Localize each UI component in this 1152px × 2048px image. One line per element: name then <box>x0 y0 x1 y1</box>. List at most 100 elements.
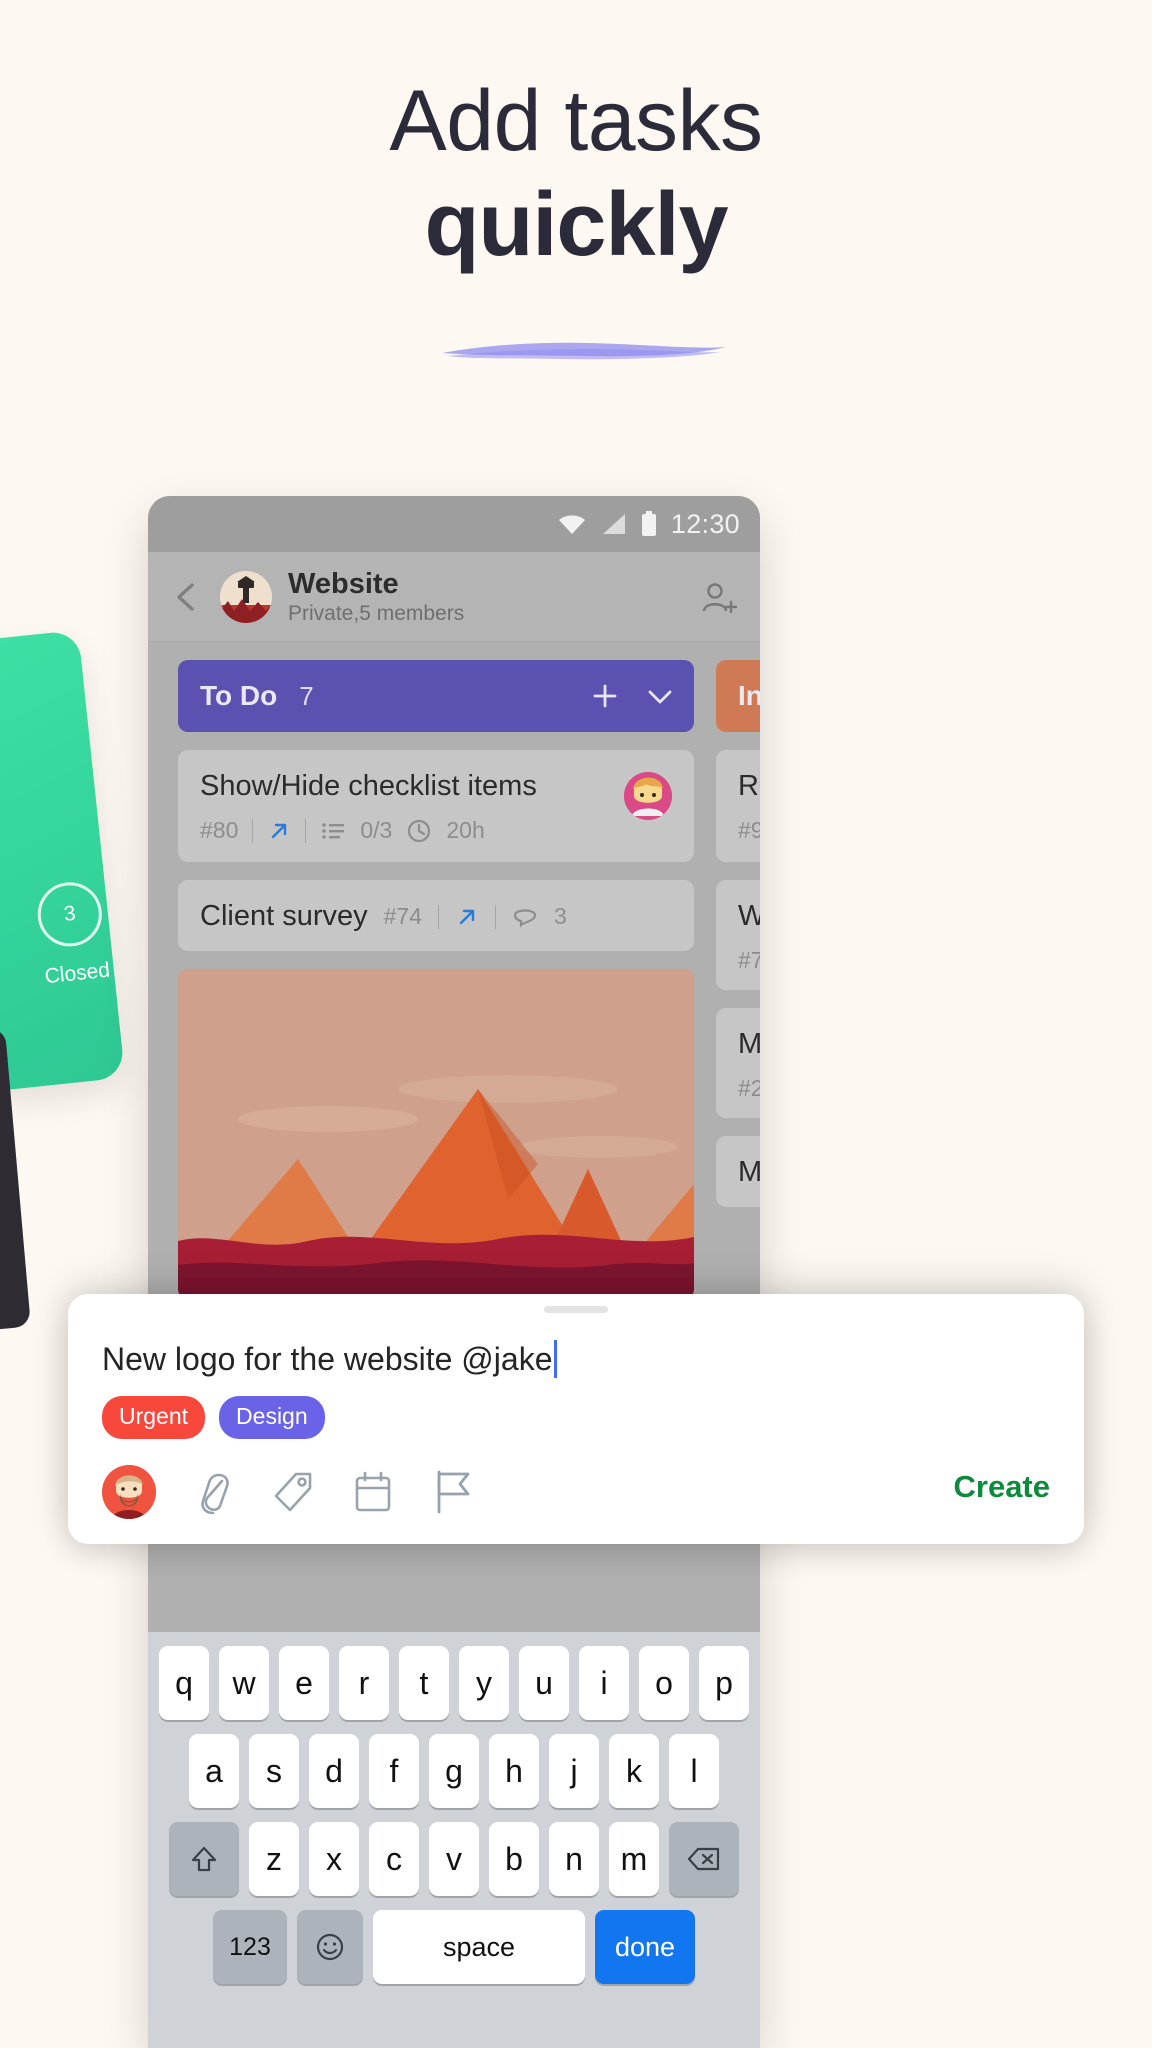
task-card-image[interactable] <box>178 969 694 1299</box>
battery-icon <box>641 511 656 536</box>
assignee-avatar[interactable] <box>102 1465 156 1519</box>
avatar[interactable] <box>624 772 672 820</box>
task-id: #80 <box>200 817 239 843</box>
tag-design[interactable]: Design <box>219 1396 325 1439</box>
task-card[interactable]: Show/Hide checklist items #80 0/3 20h <box>178 750 694 862</box>
key-i[interactable]: i <box>579 1646 629 1720</box>
create-button[interactable]: Create <box>954 1469 1051 1505</box>
page-root: Add tasks quickly 3 Closed 12:30 Website… <box>0 0 1152 2048</box>
task-input-value: New logo for the website @jake <box>102 1340 553 1377</box>
headline-line-1: Add tasks <box>389 73 763 169</box>
project-avatar[interactable] <box>220 570 272 623</box>
task-input-row[interactable]: New logo for the website @jake <box>102 1340 1050 1378</box>
column-todo: To Do 7 Show/Hide checklist items #80 0/… <box>178 660 694 1299</box>
key-l[interactable]: l <box>669 1734 719 1808</box>
tag-icon[interactable] <box>272 1470 314 1514</box>
task-card[interactable]: W #7 <box>716 880 760 990</box>
status-time: 12:30 <box>670 508 740 539</box>
task-meta: #80 0/3 20h <box>200 817 672 844</box>
comment-icon <box>513 908 537 928</box>
task-meta: #9 <box>738 817 760 844</box>
key-p[interactable]: p <box>699 1646 749 1720</box>
avatar-icon <box>102 1465 156 1519</box>
paperclip-icon[interactable] <box>194 1470 234 1514</box>
key-v[interactable]: v <box>429 1822 479 1896</box>
space-key[interactable]: space <box>373 1910 585 1984</box>
task-card[interactable]: Client survey #74 3 <box>178 880 694 951</box>
add-member-icon[interactable] <box>700 578 740 618</box>
key-b[interactable]: b <box>489 1822 539 1896</box>
clock-icon <box>408 819 431 842</box>
plus-icon[interactable] <box>590 681 620 711</box>
key-k[interactable]: k <box>609 1734 659 1808</box>
key-f[interactable]: f <box>369 1734 419 1808</box>
backspace-icon <box>687 1847 720 1871</box>
column-name: To Do <box>200 680 278 711</box>
task-card[interactable]: M #2 <box>716 1008 760 1118</box>
flag-icon[interactable] <box>432 1469 474 1515</box>
key-h[interactable]: h <box>489 1734 539 1808</box>
emoji-key[interactable] <box>297 1910 363 1984</box>
virtual-keyboard[interactable]: q w e r t y u i o p a s d f g h j k l z … <box>148 1632 760 2048</box>
checklist-progress: 0/3 <box>360 817 393 843</box>
task-title: Client survey <box>200 900 368 932</box>
key-j[interactable]: j <box>549 1734 599 1808</box>
task-id: #9 <box>738 817 760 843</box>
fire-lookout-avatar-icon <box>220 570 272 623</box>
shift-key[interactable] <box>169 1822 239 1896</box>
status-bar: 12:30 <box>148 496 760 552</box>
phone-frame: 12:30 Website Private,5 members To Do 7 … <box>148 496 760 2048</box>
key-x[interactable]: x <box>309 1822 359 1896</box>
column-name: In <box>738 680 760 711</box>
quick-add-sheet: New logo for the website @jake Urgent De… <box>68 1294 1084 1544</box>
mountain-illustration <box>178 969 694 1299</box>
task-card[interactable]: M <box>716 1136 760 1207</box>
key-c[interactable]: c <box>369 1822 419 1896</box>
backspace-key[interactable] <box>669 1822 739 1896</box>
key-t[interactable]: t <box>399 1646 449 1720</box>
key-y[interactable]: y <box>459 1646 509 1720</box>
wifi-icon <box>558 515 585 534</box>
divider <box>438 904 439 929</box>
key-o[interactable]: o <box>639 1646 689 1720</box>
key-w[interactable]: w <box>219 1646 269 1720</box>
shift-icon <box>191 1846 217 1872</box>
background-card-green: 3 Closed <box>0 629 126 1093</box>
comment-count: 3 <box>554 903 567 929</box>
tag-urgent[interactable]: Urgent <box>102 1396 206 1439</box>
done-key[interactable]: done <box>595 1910 695 1984</box>
external-link-icon[interactable] <box>455 905 479 929</box>
key-u[interactable]: u <box>519 1646 569 1720</box>
checklist-icon <box>322 822 345 839</box>
key-m[interactable]: m <box>609 1822 659 1896</box>
tag-list: Urgent Design <box>102 1396 1050 1439</box>
key-a[interactable]: a <box>189 1734 239 1808</box>
task-meta: #7 <box>738 947 760 974</box>
key-r[interactable]: r <box>339 1646 389 1720</box>
task-id: #2 <box>738 1075 760 1101</box>
headline-line-2: quickly <box>424 174 728 275</box>
project-title-block: Website Private,5 members <box>288 568 464 626</box>
project-subtitle: Private,5 members <box>288 601 465 625</box>
chevron-left-icon[interactable] <box>170 580 204 614</box>
sheet-grabber[interactable] <box>544 1306 608 1313</box>
task-title: W <box>738 900 760 932</box>
keyboard-row-2: a s d f g h j k l <box>154 1734 754 1808</box>
key-q[interactable]: q <box>159 1646 209 1720</box>
key-g[interactable]: g <box>429 1734 479 1808</box>
chevron-down-icon[interactable] <box>644 681 676 711</box>
key-s[interactable]: s <box>249 1734 299 1808</box>
calendar-icon[interactable] <box>352 1470 394 1514</box>
numbers-key[interactable]: 123 <box>213 1910 287 1984</box>
key-d[interactable]: d <box>309 1734 359 1808</box>
column-header-todo[interactable]: To Do 7 <box>178 660 694 732</box>
divider <box>252 818 254 843</box>
keyboard-row-1: q w e r t y u i o p <box>154 1646 754 1720</box>
key-n[interactable]: n <box>549 1822 599 1896</box>
column-count: 7 <box>299 680 314 711</box>
key-z[interactable]: z <box>249 1822 299 1896</box>
external-link-icon[interactable] <box>267 819 291 843</box>
key-e[interactable]: e <box>279 1646 329 1720</box>
column-header-in-progress[interactable]: In <box>716 660 760 732</box>
task-card[interactable]: Re #9 <box>716 750 760 862</box>
